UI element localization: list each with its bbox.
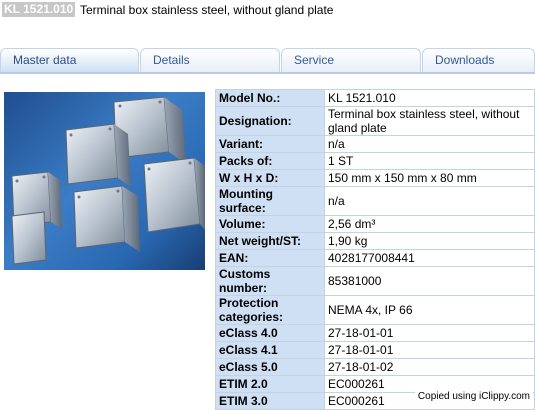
spec-value: 27-18-01-02 (324, 358, 535, 376)
spec-row: Designation: Terminal box stainless steel… (215, 106, 535, 136)
model-number-badge: KL 1521.010 (2, 2, 76, 17)
product-title: Terminal box stainless steel, without gl… (80, 3, 334, 17)
spec-value: 2,56 dm³ (324, 215, 535, 233)
spec-value: 27-18-01-01 (324, 341, 535, 359)
spec-label: ETIM 2.0 (215, 375, 325, 393)
spec-row: Volume: 2,56 dm³ (215, 215, 535, 233)
tab-service[interactable]: Service (281, 48, 421, 72)
spec-row: Mounting surface: n/a (215, 186, 535, 216)
spec-value: Terminal box stainless steel, without gl… (324, 106, 535, 136)
spec-value: 1 ST (324, 152, 535, 170)
spec-value: 4028177008441 (324, 249, 535, 267)
product-header: KL 1521.010 Terminal box stainless steel… (0, 0, 535, 22)
spec-row: W x H x D: 150 mm x 150 mm x 80 mm (215, 169, 535, 187)
spec-row: Net weight/ST: 1,90 kg (215, 232, 535, 250)
spec-row: Packs of: 1 ST (215, 152, 535, 170)
spec-row: Variant: n/a (215, 135, 535, 153)
spec-label: W x H x D: (215, 169, 325, 187)
spec-label: Net weight/ST: (215, 232, 325, 250)
spec-label: eClass 5.0 (215, 358, 325, 376)
spec-row: Customs number: 85381000 (215, 266, 535, 296)
spec-label: Customs number: (215, 266, 325, 296)
tab-label: Details (153, 53, 190, 67)
spec-value: 150 mm x 150 mm x 80 mm (324, 169, 535, 187)
spec-value: n/a (324, 186, 535, 216)
spec-label: eClass 4.0 (215, 324, 325, 342)
tab-label: Service (294, 53, 335, 67)
tab-downloads[interactable]: Downloads (422, 48, 535, 72)
tab-bar: Master data Details Service Downloads (0, 48, 535, 74)
spec-value: 27-18-01-01 (324, 324, 535, 342)
spec-value: 1,90 kg (324, 232, 535, 250)
spec-value: NEMA 4x, IP 66 (324, 295, 535, 325)
spec-label: Designation: (215, 106, 325, 136)
spec-label: Packs of: (215, 152, 325, 170)
spec-row: Model No.: KL 1521.010 (215, 89, 535, 107)
tab-label: Master data (13, 53, 77, 67)
spec-row: EAN: 4028177008441 (215, 249, 535, 267)
spec-row: Protection categories: NEMA 4x, IP 66 (215, 295, 535, 325)
tab-master-data[interactable]: Master data (0, 48, 139, 72)
specifications-table: Model No.: KL 1521.010 Designation: Termina… (215, 89, 535, 410)
product-image (4, 92, 205, 270)
spec-row: eClass 4.0 27-18-01-01 (215, 324, 535, 342)
spec-label: Model No.: (215, 89, 325, 107)
spec-label: Variant: (215, 135, 325, 153)
tab-label: Downloads (435, 53, 495, 67)
clipping-note: Copied using iClippy.com (414, 390, 533, 404)
spec-value: KL 1521.010 (324, 89, 535, 107)
spec-row: eClass 5.0 27-18-01-02 (215, 358, 535, 376)
tab-underline (0, 72, 535, 74)
spec-row: eClass 4.1 27-18-01-01 (215, 341, 535, 359)
spec-label: Protection categories: (215, 295, 325, 325)
spec-label: Volume: (215, 215, 325, 233)
spec-value: n/a (324, 135, 535, 153)
tab-details[interactable]: Details (140, 48, 280, 72)
spec-value: 85381000 (324, 266, 535, 296)
spec-label: eClass 4.1 (215, 341, 325, 359)
spec-label: EAN: (215, 249, 325, 267)
spec-label: Mounting surface: (215, 186, 325, 216)
